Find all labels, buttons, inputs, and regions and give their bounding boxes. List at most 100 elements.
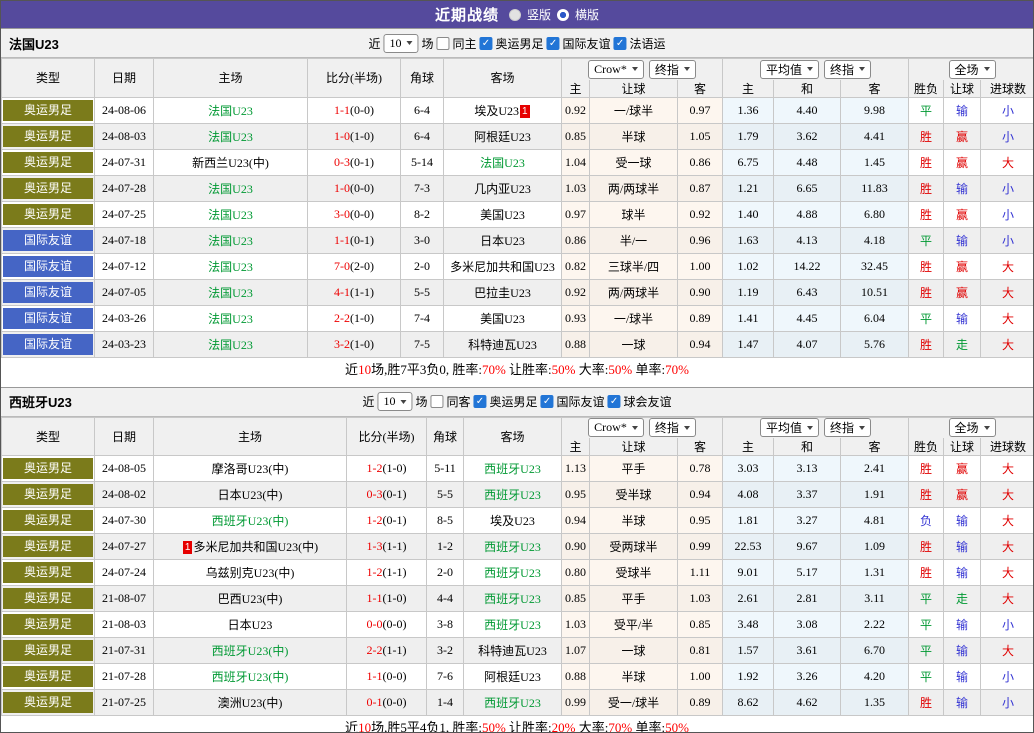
home-team-name[interactable]: 法国U23 <box>208 286 253 300</box>
column-header-label: 客场 <box>490 71 515 86</box>
home-team-cell: 日本U23 <box>153 611 347 638</box>
league-checkbox-1[interactable]: ✓ <box>540 395 554 408</box>
corner-score: 5-5 <box>437 487 453 501</box>
league-checkbox-2[interactable]: ✓ <box>613 36 627 50</box>
halftime-score: (1-0) <box>382 461 407 475</box>
away-team-name[interactable]: 法国U23 <box>480 156 525 170</box>
league-checkbox-0[interactable]: ✓ <box>479 36 493 50</box>
away-team-name[interactable]: 阿根廷U23 <box>484 670 541 684</box>
score-cell: 1-3(1-1) <box>346 533 427 560</box>
scope-select[interactable]: 全场 <box>948 418 996 438</box>
same-venue-checkbox[interactable] <box>430 395 444 408</box>
home-team-name[interactable]: 澳洲U23(中) <box>218 696 283 710</box>
vertical-layout-label: 竖版 <box>526 8 551 22</box>
home-team-name[interactable]: 法国U23 <box>208 104 253 118</box>
handicap-away-odds-cell: 0.94 <box>676 481 724 508</box>
avg-away-odds-cell: 1.09 <box>840 533 910 560</box>
away-team-name[interactable]: 西班牙U23 <box>484 566 541 580</box>
avg-draw-odds-cell: 3.13 <box>773 455 842 482</box>
handicap-result-cell: 赢 <box>943 200 982 228</box>
recent-count-select[interactable]: 10 <box>383 33 419 53</box>
handicap-line-cell: 受一球 <box>589 148 678 176</box>
halftime-score: (2-0) <box>350 258 374 273</box>
away-team-name[interactable]: 埃及U23 <box>474 104 519 118</box>
type-cell: 奥运男足 <box>1 611 95 638</box>
away-team-name[interactable]: 西班牙U23 <box>484 618 541 632</box>
header-dropdown-row: 类型 日期 主场 比分(半场) 角球 客场 Crow* 终指 平均值 终指 全场 <box>1 58 1033 97</box>
avg-home-odds-cell: 1.47 <box>722 330 775 358</box>
home-team-cell: 日本U23(中) <box>153 481 347 508</box>
same-venue-checkbox[interactable] <box>436 36 450 50</box>
home-team-name[interactable]: 乌兹别克U23(中) <box>206 566 295 580</box>
home-team-name[interactable]: 法国U23 <box>208 260 253 274</box>
horizontal-layout-radio[interactable] <box>557 8 569 21</box>
scope-select[interactable]: 全场 <box>948 59 996 79</box>
league-checkbox-2[interactable]: ✓ <box>607 395 621 408</box>
away-team-name[interactable]: 巴拉圭U23 <box>474 286 531 300</box>
away-team-name[interactable]: 西班牙U23 <box>484 540 541 554</box>
table-row: 奥运男足 21-08-07 巴西U23(中) 1-1(1-0) 4-4 西班牙U23 0.8… <box>1 585 1033 612</box>
final-odds-select[interactable]: 终指 <box>648 59 696 79</box>
recent-count-select[interactable]: 10 <box>377 392 413 411</box>
scope-select-value: 全场 <box>954 421 979 436</box>
away-team-name[interactable]: 西班牙U23 <box>484 488 541 502</box>
handicap-result-cell: 输 <box>943 96 982 124</box>
handicap-line: 一球 <box>621 644 646 658</box>
away-team-name[interactable]: 埃及U23 <box>490 514 535 528</box>
home-team-name[interactable]: 西班牙U23(中) <box>212 514 289 528</box>
avg-away-odds-cell: 1.35 <box>840 689 910 716</box>
score-cell: 1-2(1-1) <box>346 559 427 586</box>
vertical-layout-radio[interactable] <box>508 8 521 21</box>
fulltime-score: 0-1 <box>366 695 383 709</box>
handicap-home-odds-cell: 0.82 <box>561 252 590 280</box>
home-team-name[interactable]: 日本U23(中) <box>218 488 283 502</box>
avg-away-odds: 32.45 <box>861 258 889 273</box>
average-select[interactable]: 平均值 <box>760 418 820 438</box>
away-team-name[interactable]: 西班牙U23 <box>484 462 541 476</box>
column-header-label: 日期 <box>111 429 136 444</box>
bookmaker-select[interactable]: Crow* <box>588 418 644 438</box>
away-team-name[interactable]: 科特迪瓦U23 <box>478 644 547 658</box>
goals-result-cell: 小 <box>980 122 1033 150</box>
league-checkbox-1[interactable]: ✓ <box>546 36 560 50</box>
final-odds-select[interactable]: 终指 <box>648 418 696 438</box>
home-team-name[interactable]: 法国U23 <box>208 130 253 144</box>
avg-draw-odds-cell: 3.26 <box>773 663 842 690</box>
home-team-name[interactable]: 摩洛哥U23(中) <box>212 462 289 476</box>
score-cell: 0-3(0-1) <box>307 148 401 176</box>
average-select[interactable]: 平均值 <box>760 59 820 79</box>
avg-draw-odds: 3.08 <box>796 617 818 631</box>
home-team-name[interactable]: 西班牙U23(中) <box>212 670 289 684</box>
match-type-badge: 奥运男足 <box>3 614 93 635</box>
away-team-name[interactable]: 西班牙U23 <box>484 696 541 710</box>
home-team-name[interactable]: 法国U23 <box>208 338 253 352</box>
away-team-name[interactable]: 日本U23 <box>480 234 525 248</box>
home-team-name[interactable]: 多米尼加共和国U23(中) <box>193 540 318 554</box>
handicap-away-odds: 0.86 <box>689 154 711 169</box>
home-team-name[interactable]: 西班牙U23(中) <box>212 644 289 658</box>
dropdown-group-2: 全场 <box>908 58 1033 80</box>
home-team-name[interactable]: 日本U23 <box>228 618 273 632</box>
home-team-name[interactable]: 巴西U23(中) <box>218 592 283 606</box>
handicap-home-odds: 0.88 <box>565 669 586 683</box>
match-type-badge: 奥运男足 <box>3 692 93 713</box>
games-label: 场 <box>415 395 428 409</box>
away-team-name[interactable]: 美国U23 <box>480 312 525 326</box>
away-team-name[interactable]: 几内亚U23 <box>474 182 531 196</box>
bookmaker-select[interactable]: Crow* <box>588 59 644 79</box>
away-team-name[interactable]: 科特迪瓦U23 <box>468 338 537 352</box>
home-team-name[interactable]: 法国U23 <box>208 312 253 326</box>
league-checkbox-0[interactable]: ✓ <box>473 395 487 408</box>
home-team-name[interactable]: 法国U23 <box>208 208 253 222</box>
wdl-result-cell: 胜 <box>908 252 945 280</box>
home-team-name[interactable]: 法国U23 <box>208 234 253 248</box>
away-team-name[interactable]: 西班牙U23 <box>484 592 541 606</box>
away-team-name[interactable]: 阿根廷U23 <box>474 130 531 144</box>
home-team-name[interactable]: 法国U23 <box>208 182 253 196</box>
away-team-name[interactable]: 多米尼加共和国U23 <box>450 260 555 274</box>
away-team-name[interactable]: 美国U23 <box>480 208 525 222</box>
final-odds-select-2[interactable]: 终指 <box>824 418 872 438</box>
final-odds-select-2[interactable]: 终指 <box>824 59 872 79</box>
home-team-name[interactable]: 新西兰U23(中) <box>192 156 269 170</box>
handicap-home-odds: 1.04 <box>565 154 586 169</box>
